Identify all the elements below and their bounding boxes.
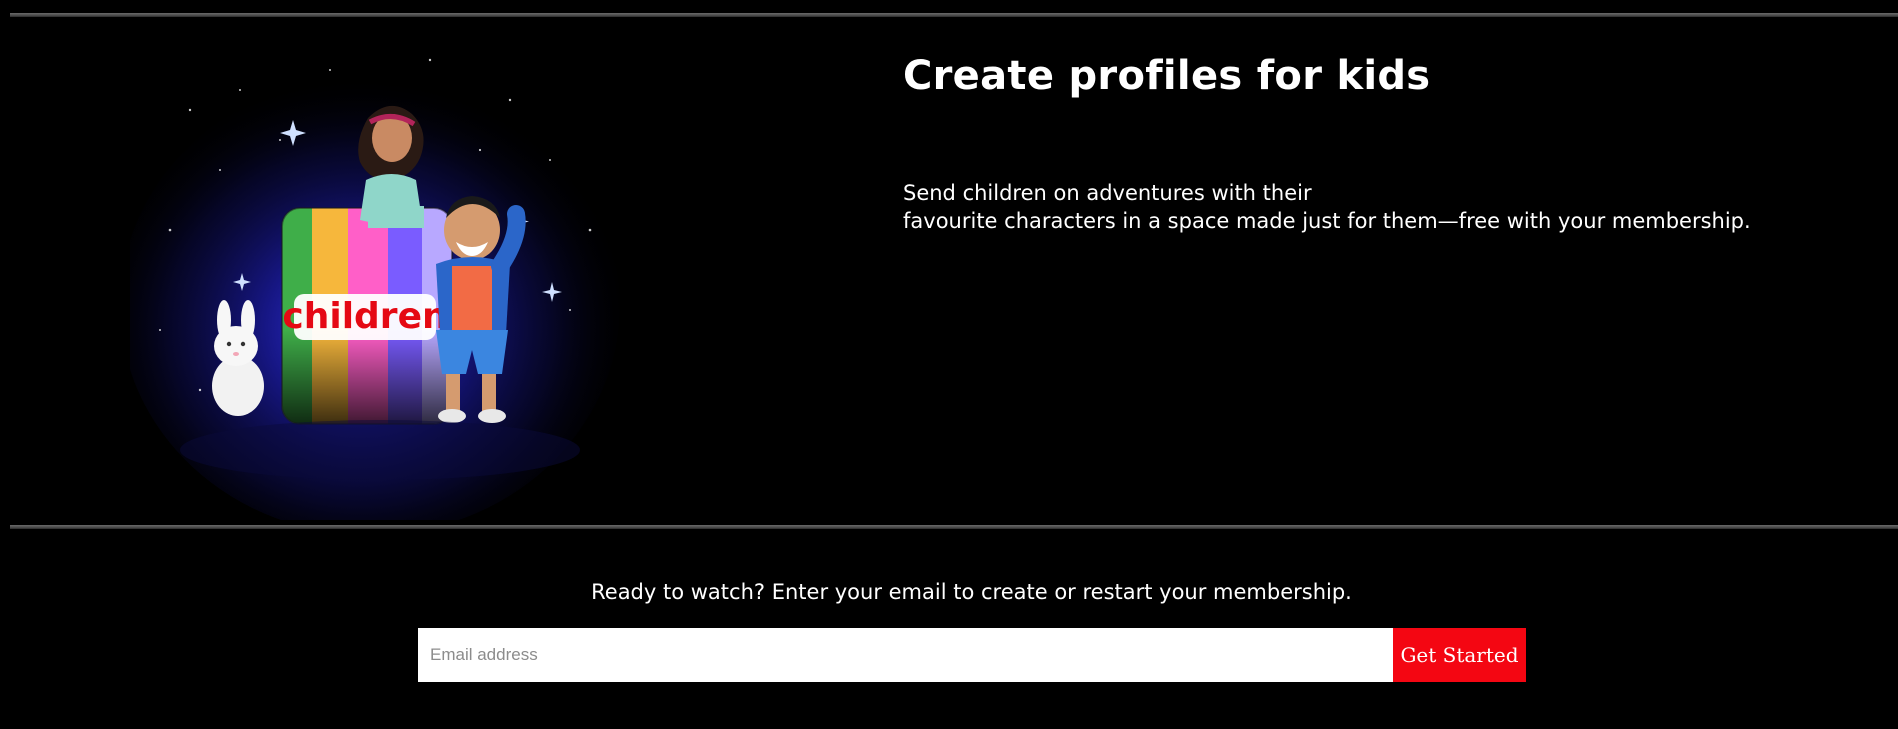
section-divider xyxy=(10,525,1898,529)
email-signup-form: Get Started xyxy=(418,628,1526,682)
feature-description: Send children on adventures with their f… xyxy=(903,179,1751,235)
feature-title: Create profiles for kids xyxy=(903,53,1431,99)
girl-character-icon xyxy=(358,105,424,228)
feature-description-line1: Send children on adventures with their xyxy=(903,181,1312,205)
page: children Create profiles for kids Send c… xyxy=(0,0,1898,729)
kids-profile-illustration: children xyxy=(130,30,630,520)
top-divider xyxy=(10,13,1898,17)
signup-prompt: Ready to watch? Enter your email to crea… xyxy=(591,580,1352,604)
get-started-button[interactable]: Get Started xyxy=(1393,628,1526,682)
tile-label: children xyxy=(282,296,447,337)
email-input[interactable] xyxy=(418,628,1393,682)
feature-description-line2: favourite characters in a space made jus… xyxy=(903,209,1751,233)
